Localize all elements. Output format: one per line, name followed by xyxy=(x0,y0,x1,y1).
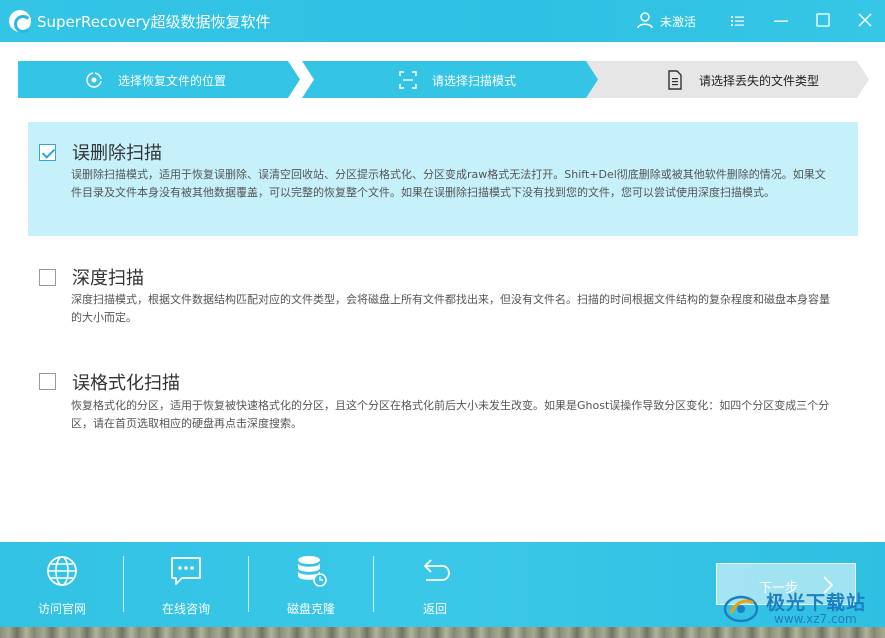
user-icon[interactable] xyxy=(635,10,655,30)
return-arrow-icon xyxy=(424,559,450,581)
watermark-text: 极光下载站 xyxy=(766,592,867,614)
scan-option-format[interactable]: 误格式化扫描 恢复格式化的分区，适用于恢复被快速格式化的分区，且这个分区在格式化… xyxy=(28,356,858,446)
document-icon xyxy=(668,70,682,90)
maximize-icon[interactable] xyxy=(810,8,836,34)
scan-option-deep[interactable]: 深度扫描 深度扫描模式，根据文件数据结构匹配对应的文件类型，会将磁盘上所有文件都… xyxy=(28,250,858,340)
watermark-url: www.xz7.com xyxy=(774,612,857,626)
menu-icon[interactable] xyxy=(724,8,750,34)
app-title: SuperRecovery超级数据恢复软件 xyxy=(37,13,271,31)
step-1-label: 选择恢复文件的位置 xyxy=(118,74,227,88)
back-button[interactable]: 返回 xyxy=(373,542,497,627)
scan-frame-icon xyxy=(399,71,417,89)
minimize-icon[interactable] xyxy=(768,8,794,34)
step-progress: 选择恢复文件的位置 请选择扫描模式 请选择丢失的文件类型 xyxy=(18,61,869,98)
step-3-label: 请选择丢失的文件类型 xyxy=(699,74,820,88)
visit-website-button[interactable]: 访问官网 xyxy=(0,542,124,627)
location-target-icon xyxy=(86,70,104,88)
activation-status-link[interactable]: 未激活 xyxy=(660,13,696,30)
option-description: 深度扫描模式，根据文件数据结构匹配对应的文件类型，会将磁盘上所有文件都找出来，但… xyxy=(71,293,830,324)
scan-option-deleted[interactable]: 误删除扫描 误删除扫描模式，适用于恢复误删除、误清空回收站、分区提示格式化、分区… xyxy=(28,122,858,236)
deep-scan-checkbox[interactable] xyxy=(39,269,56,286)
step-scan-mode: 请选择扫描模式 xyxy=(302,61,600,98)
online-consult-button[interactable]: 在线咨询 xyxy=(124,542,248,627)
step-file-type: 请选择丢失的文件类型 xyxy=(586,61,869,98)
option-description: 恢复格式化的分区，适用于恢复被快速格式化的分区，且这个分区在格式化前后大小未发生… xyxy=(71,399,830,430)
logo-icon xyxy=(9,10,32,33)
tool-label: 磁盘克隆 xyxy=(286,602,335,616)
title-bar: SuperRecovery超级数据恢复软件 未激活 xyxy=(0,0,885,42)
option-description: 误删除扫描模式，适用于恢复误删除、误清空回收站、分区提示格式化、分区变成raw格… xyxy=(71,168,826,199)
tool-label: 返回 xyxy=(422,602,447,616)
tool-label: 访问官网 xyxy=(37,602,86,616)
option-title: 误删除扫描 xyxy=(72,143,162,164)
step-2-label: 请选择扫描模式 xyxy=(432,74,517,88)
globe-icon xyxy=(47,556,77,586)
chat-icon xyxy=(171,557,201,585)
database-icon xyxy=(298,556,327,587)
format-scan-checkbox[interactable] xyxy=(39,373,56,390)
disk-clone-button[interactable]: 磁盘克隆 xyxy=(249,542,373,627)
step-select-location: 选择恢复文件的位置 xyxy=(18,61,300,98)
watermark: 极光下载站 www.xz7.com xyxy=(722,584,882,630)
close-icon[interactable] xyxy=(852,8,878,34)
option-title: 误格式化扫描 xyxy=(72,373,180,394)
option-title: 深度扫描 xyxy=(72,268,144,289)
watermark-logo-icon xyxy=(723,595,759,623)
deleted-scan-checkbox[interactable] xyxy=(39,144,56,161)
tool-label: 在线咨询 xyxy=(161,602,210,616)
